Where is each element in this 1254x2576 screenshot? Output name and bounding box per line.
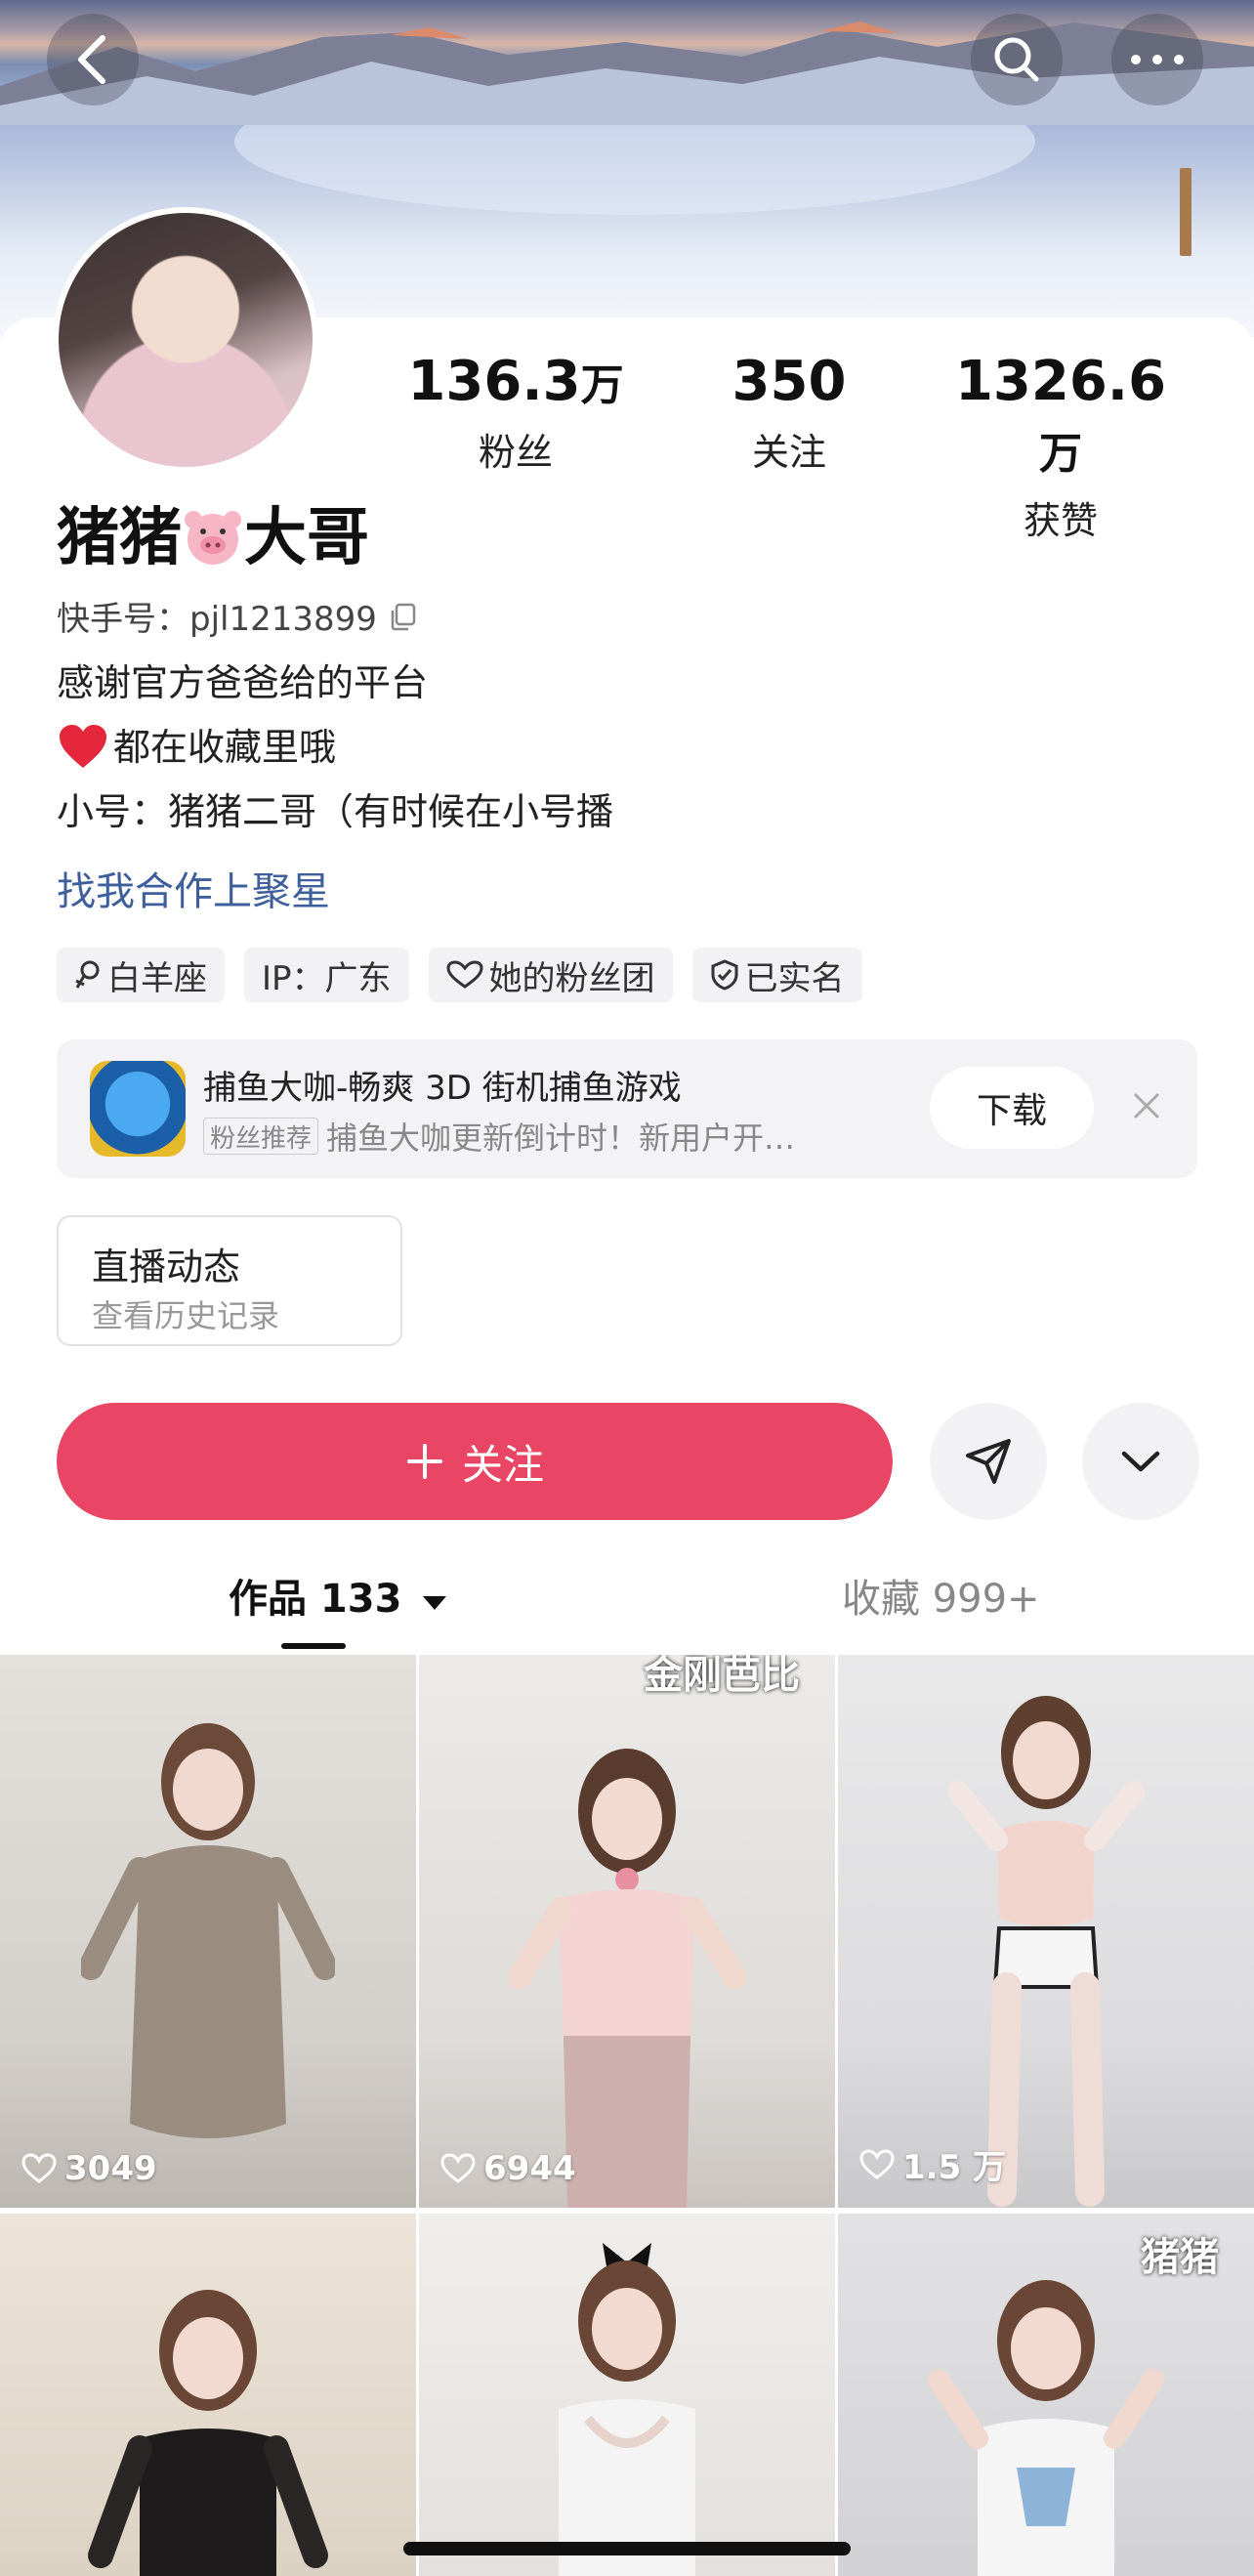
live-history-title: 直播动态 xyxy=(92,1246,241,1288)
stat-likes-number: 1326.6 xyxy=(954,350,1167,413)
video-grid: 3049 金刚芭比 6944 1.5 万 猪猪 xyxy=(0,1655,1254,2576)
profile-name-suffix: 大哥 xyxy=(244,502,369,574)
tag-fan-club-text: 她的粉丝团 xyxy=(488,958,655,998)
ad-description: 捕鱼大咖更新倒计时！新用户开… xyxy=(326,1119,796,1157)
red-heart-icon xyxy=(60,725,106,768)
video-thumbnail-figure xyxy=(947,1696,1145,2207)
user-id-text: 快手号：pjl1213899 xyxy=(57,600,377,639)
ad-badge: 粉丝推荐 xyxy=(203,1118,319,1155)
cover-wooden-post xyxy=(1180,168,1191,256)
message-button[interactable] xyxy=(930,1403,1047,1520)
video-thumbnail-figure xyxy=(88,2290,328,2576)
ad-title: 捕鱼大咖-畅爽 3D 街机捕鱼游戏 xyxy=(203,1069,682,1108)
copy-icon[interactable] xyxy=(387,601,418,632)
shield-check-icon xyxy=(711,959,738,991)
video-tile[interactable]: 3049 xyxy=(0,1655,416,2208)
game-app-icon xyxy=(90,1061,186,1157)
video-tile[interactable] xyxy=(419,2214,835,2576)
video-thumbnail-figure xyxy=(559,2243,695,2576)
tab-favorites[interactable]: 收藏 999+ xyxy=(842,1567,1040,1624)
search-button[interactable] xyxy=(971,14,1063,106)
video-thumbnail-figure xyxy=(508,1749,746,2208)
tag-zodiac-text: 白羊座 xyxy=(107,958,207,998)
stat-fans-label: 粉丝 xyxy=(478,431,553,474)
video-likes-count: 6944 xyxy=(483,2149,576,2188)
tab-works-label: 作品 133 xyxy=(229,1577,402,1622)
plus-icon xyxy=(406,1444,442,1479)
close-icon xyxy=(1134,1093,1159,1119)
user-id-row: 快手号：pjl1213899 xyxy=(57,592,418,640)
stat-fans-unit: 万 xyxy=(580,360,624,410)
stat-fans[interactable]: 136.3万 粉丝 xyxy=(389,348,643,476)
live-history-subtitle: 查看历史记录 xyxy=(92,1297,280,1334)
home-indicator[interactable] xyxy=(403,2542,851,2555)
ad-banner[interactable]: 捕鱼大咖-畅爽 3D 街机捕鱼游戏 粉丝推荐 捕鱼大咖更新倒计时！新用户开… 下… xyxy=(57,1039,1197,1178)
expand-button[interactable] xyxy=(1082,1403,1199,1520)
video-likes: 3049 xyxy=(21,2149,157,2188)
ad-close-button[interactable] xyxy=(1123,1082,1170,1129)
video-likes-count: 3049 xyxy=(64,2149,157,2188)
ad-download-button[interactable]: 下载 xyxy=(930,1067,1094,1149)
more-dots-icon xyxy=(1131,55,1184,64)
tag-zodiac[interactable]: 白羊座 xyxy=(57,948,225,1002)
bio-line-2-text: 都在收藏里哦 xyxy=(113,726,337,769)
profile-avatar[interactable] xyxy=(53,207,318,473)
follow-button[interactable]: 关注 xyxy=(57,1403,893,1520)
tag-verified-text: 已实名 xyxy=(744,958,845,998)
female-symbol-icon xyxy=(75,960,100,989)
cover-mountains xyxy=(0,21,1254,125)
send-icon xyxy=(966,1439,1011,1484)
live-history-card[interactable]: 直播动态 查看历史记录 xyxy=(57,1215,402,1346)
heart-icon xyxy=(440,2153,476,2183)
tag-ip-text: IP：广东 xyxy=(262,958,392,998)
bio-line-3: 小号：猪猪二哥（有时候在小号播 xyxy=(57,790,614,833)
stat-following-label: 关注 xyxy=(751,431,826,474)
video-tile[interactable]: 猪猪 xyxy=(838,2214,1254,2576)
follow-label: 关注 xyxy=(461,1440,544,1489)
fan-club-heart-icon xyxy=(446,960,483,989)
back-button[interactable] xyxy=(47,14,139,106)
stat-likes-unit: 万 xyxy=(1039,429,1082,479)
caret-down-icon xyxy=(423,1596,447,1610)
tag-verified[interactable]: 已实名 xyxy=(691,948,862,1002)
video-likes: 1.5 万 xyxy=(859,2140,1006,2188)
stat-following[interactable]: 350 关注 xyxy=(662,348,916,476)
video-tile[interactable]: 1.5 万 xyxy=(838,1655,1254,2208)
tab-indicator xyxy=(281,1643,346,1649)
video-tile[interactable] xyxy=(0,2214,416,2576)
tab-works[interactable]: 作品 133 xyxy=(229,1567,448,1624)
tag-fan-club[interactable]: 她的粉丝团 xyxy=(428,948,673,1002)
search-icon xyxy=(994,37,1039,82)
bio-line-1: 感谢官方爸爸给的平台 xyxy=(57,661,429,704)
chevron-down-icon xyxy=(1121,1451,1160,1472)
profile-name: 猪猪 大哥 xyxy=(57,494,369,582)
profile-tags: 白羊座 IP：广东 她的粉丝团 已实名 xyxy=(57,948,862,1002)
ad-description-row: 粉丝推荐 捕鱼大咖更新倒计时！新用户开… xyxy=(203,1114,795,1159)
pig-emoji-icon xyxy=(185,511,241,565)
heart-icon xyxy=(21,2153,57,2183)
more-button[interactable] xyxy=(1111,14,1203,106)
stat-likes[interactable]: 1326.6 万 获赞 xyxy=(934,348,1188,544)
cooperation-link[interactable]: 找我合作上聚星 xyxy=(57,860,330,916)
video-likes: 6944 xyxy=(440,2149,576,2188)
stat-fans-number: 136.3 xyxy=(407,350,581,413)
video-thumbnail-figure xyxy=(81,1723,335,2138)
stat-following-number: 350 xyxy=(732,350,847,413)
stat-likes-label: 获赞 xyxy=(1023,499,1098,542)
video-thumbnail-figure xyxy=(928,2280,1164,2576)
bio-line-2: 都在收藏里哦 xyxy=(57,721,336,774)
video-likes-count: 1.5 万 xyxy=(902,2148,1007,2187)
video-tile[interactable]: 金刚芭比 6944 xyxy=(419,1655,835,2208)
chevron-left-icon xyxy=(78,35,105,84)
video-overlay-text: 金刚芭比 xyxy=(644,1655,800,1698)
profile-name-text: 猪猪 xyxy=(57,502,182,574)
tag-ip: IP：广东 xyxy=(244,948,409,1002)
heart-icon xyxy=(859,2148,895,2179)
